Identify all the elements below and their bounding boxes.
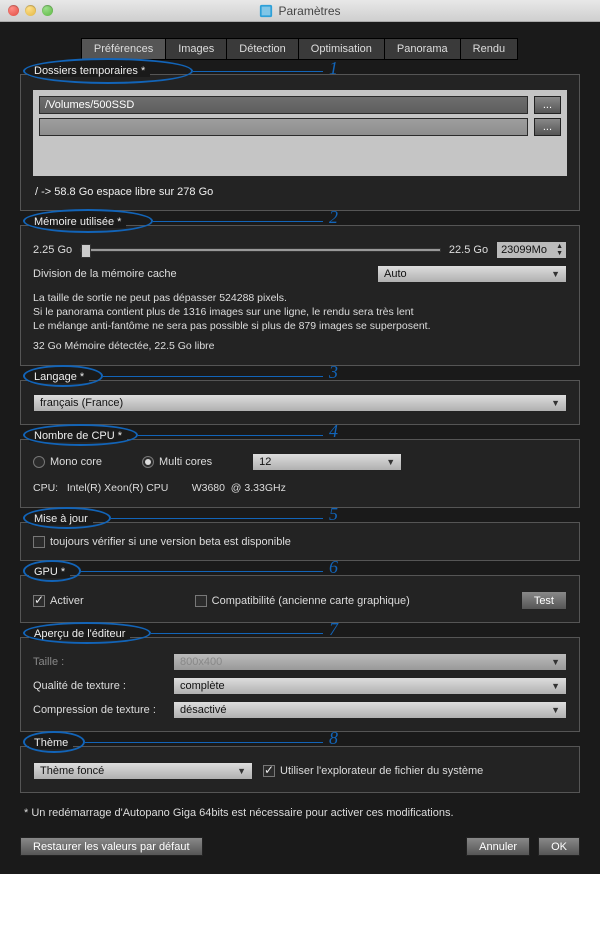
preview-size-label: Taille : <box>33 656 163 668</box>
gpu-activate-checkbox[interactable]: Activer <box>33 595 84 607</box>
tab-images[interactable]: Images <box>165 38 227 60</box>
theme-select[interactable]: Thème foncé▼ <box>33 762 253 780</box>
memory-spinner[interactable]: ▲▼ <box>496 241 567 259</box>
texture-quality-select[interactable]: complète▼ <box>173 677 567 695</box>
section-theme: Thème 8 Thème foncé▼ Utiliser l'explorat… <box>20 746 580 793</box>
memory-slider[interactable] <box>80 248 441 252</box>
language-value: français (France) <box>40 397 123 409</box>
system-explorer-checkbox[interactable]: Utiliser l'explorateur de fichier du sys… <box>263 765 483 777</box>
section-memory: Mémoire utilisée * 2 2.25 Go 22.5 Go ▲▼ … <box>20 225 580 366</box>
app-icon <box>259 4 273 18</box>
texture-compression-label: Compression de texture : <box>33 704 163 716</box>
cache-division-value: Auto <box>384 268 407 280</box>
cache-division-label: Division de la mémoire cache <box>33 268 177 280</box>
tab-panorama[interactable]: Panorama <box>384 38 461 60</box>
memory-max-label: 22.5 Go <box>449 244 488 256</box>
preview-size-select: 800x400▼ <box>173 653 567 671</box>
section-title-memory: Mémoire utilisée * <box>29 216 126 228</box>
memory-min-label: 2.25 Go <box>33 244 72 256</box>
multi-core-radio[interactable]: Multi cores <box>142 456 212 468</box>
restart-note: * Un redémarrage d'Autopano Giga 64bits … <box>24 807 580 819</box>
memory-note-2: Si le panorama contient plus de 1316 ima… <box>33 305 567 319</box>
section-temp-folders: Dossiers temporaires * 1 ... ... / -> 58… <box>20 74 580 211</box>
texture-compression-select[interactable]: désactivé▼ <box>173 701 567 719</box>
cancel-button[interactable]: Annuler <box>466 837 530 856</box>
section-gpu: GPU * 6 Activer Compatibilité (ancienne … <box>20 575 580 623</box>
cache-division-select[interactable]: Auto▼ <box>377 265 567 283</box>
ok-button[interactable]: OK <box>538 837 580 856</box>
section-title-temp: Dossiers temporaires * <box>29 65 150 77</box>
temp-path-2-input[interactable] <box>39 118 528 136</box>
free-space-text: / -> 58.8 Go espace libre sur 278 Go <box>35 186 567 198</box>
section-title-preview: Aperçu de l'éditeur <box>29 628 130 640</box>
browse-path-1-button[interactable]: ... <box>534 96 561 114</box>
section-update: Mise à jour 5 toujours vérifier si une v… <box>20 522 580 561</box>
memory-value-input[interactable] <box>497 244 553 256</box>
restore-defaults-button[interactable]: Restaurer les valeurs par défaut <box>20 837 203 856</box>
section-cpu: Nombre de CPU * 4 Mono core Multi cores … <box>20 439 580 508</box>
cpu-count-value: 12 <box>259 456 271 468</box>
memory-note-3: Le mélange anti-fantôme ne sera pas poss… <box>33 319 567 333</box>
section-title-cpu: Nombre de CPU * <box>29 430 127 442</box>
temp-paths-box: ... ... <box>33 90 567 176</box>
gpu-compat-checkbox[interactable]: Compatibilité (ancienne carte graphique) <box>195 595 410 607</box>
section-preview: Aperçu de l'éditeur 7 Taille : 800x400▼ … <box>20 637 580 732</box>
titlebar: Paramètres <box>0 0 600 22</box>
texture-quality-label: Qualité de texture : <box>33 680 163 692</box>
tab-detection[interactable]: Détection <box>226 38 298 60</box>
tab-bar: Préférences Images Détection Optimisatio… <box>20 38 580 60</box>
memory-note-1: La taille de sortie ne peut pas dépasser… <box>33 291 567 305</box>
language-select[interactable]: français (France)▼ <box>33 394 567 412</box>
window-body: Préférences Images Détection Optimisatio… <box>0 22 600 874</box>
section-title-update: Mise à jour <box>29 513 93 525</box>
section-title-language: Langage * <box>29 371 89 383</box>
memory-detected: 32 Go Mémoire détectée, 22.5 Go libre <box>33 339 567 353</box>
tab-render[interactable]: Rendu <box>460 38 518 60</box>
temp-path-1-input[interactable] <box>39 96 528 114</box>
section-title-gpu: GPU * <box>29 566 70 578</box>
section-title-theme: Thème <box>29 737 73 749</box>
mono-core-radio[interactable]: Mono core <box>33 456 102 468</box>
tab-preferences[interactable]: Préférences <box>81 38 166 60</box>
annotation-1: 1 <box>329 58 338 79</box>
gpu-test-button[interactable]: Test <box>521 591 567 610</box>
section-language: Langage * 3 français (France)▼ <box>20 380 580 425</box>
window-title: Paramètres <box>278 4 340 18</box>
browse-path-2-button[interactable]: ... <box>534 118 561 136</box>
cpu-info: CPU: Intel(R) Xeon(R) CPU W3680 @ 3.33GH… <box>33 481 567 495</box>
cpu-count-select[interactable]: 12▼ <box>252 453 402 471</box>
beta-checkbox[interactable]: toujours vérifier si une version beta es… <box>33 536 567 548</box>
tab-optimisation[interactable]: Optimisation <box>298 38 385 60</box>
